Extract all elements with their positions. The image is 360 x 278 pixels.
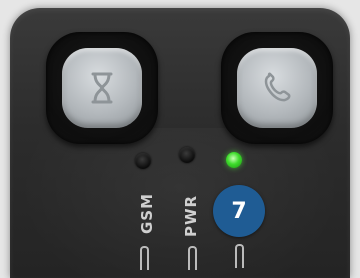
callout-badge: 7 <box>213 185 265 237</box>
phone-icon <box>264 72 291 102</box>
device-panel: GSM PWR 7 <box>10 8 350 278</box>
pwr-led <box>179 147 195 163</box>
indicator-line-third <box>235 244 244 268</box>
pwr-label: PWR <box>182 194 200 237</box>
right-key-bezel <box>221 32 333 144</box>
phone-button[interactable] <box>237 48 317 128</box>
left-key-bezel <box>46 32 158 144</box>
indicator-line-pwr <box>188 246 197 270</box>
status-led-green <box>226 152 242 168</box>
hourglass-icon <box>91 72 113 104</box>
gsm-led <box>135 153 151 169</box>
indicator-line-gsm <box>140 246 149 270</box>
gsm-label: GSM <box>138 192 156 234</box>
hourglass-button[interactable] <box>62 48 142 128</box>
